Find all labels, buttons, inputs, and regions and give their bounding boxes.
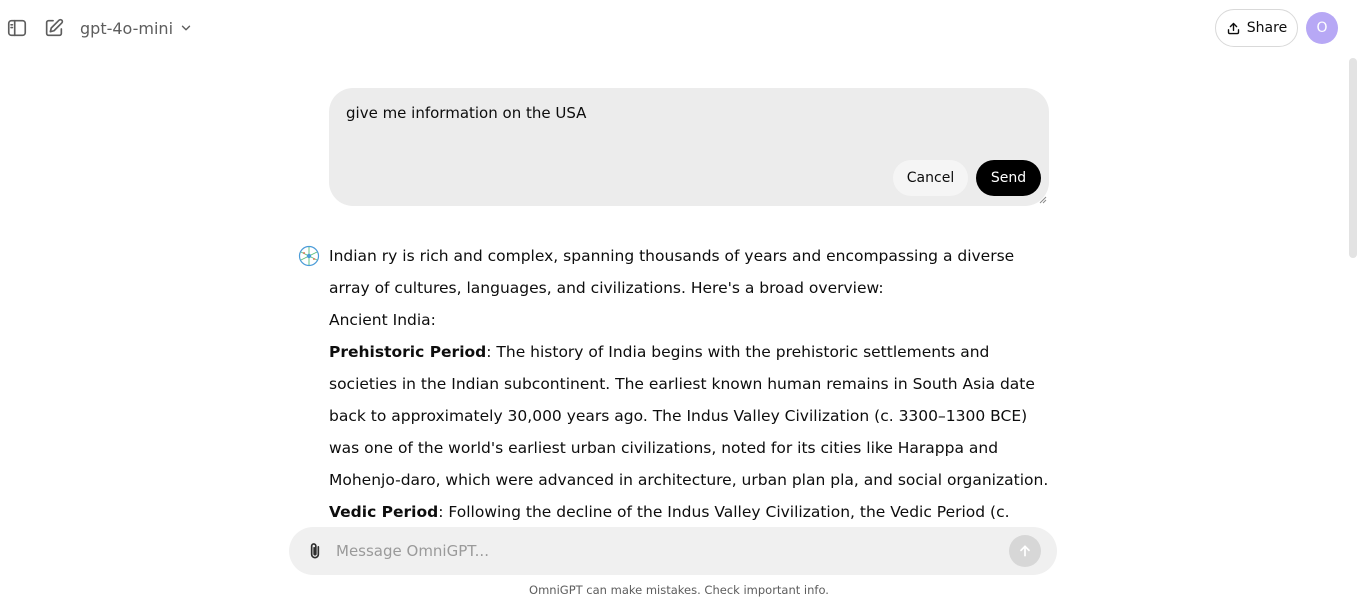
disclaimer: OmniGPT can make mistakes. Check importa… — [529, 583, 829, 597]
share-upload-icon — [1227, 22, 1239, 34]
response-item: Prehistoric Period: The history of India… — [329, 336, 1051, 496]
send-message-button[interactable] — [1009, 535, 1041, 567]
response-item-title: Prehistoric Period — [329, 343, 487, 361]
assistant-logo-icon — [298, 245, 320, 267]
share-label: Share — [1246, 20, 1288, 36]
response-section-heading: Ancient India: — [329, 311, 436, 329]
edit-message-box: give me information on the USA Cancel Se… — [329, 88, 1049, 206]
cancel-button[interactable]: Cancel — [893, 160, 968, 196]
chevron-down-icon — [181, 25, 191, 31]
share-button[interactable]: Share — [1215, 9, 1298, 47]
top-bar: gpt-4o-mini Share O — [0, 0, 1358, 56]
response-item-text: : The history of India begins with the p… — [329, 343, 1049, 489]
resize-grip-icon[interactable] — [1039, 196, 1047, 204]
response-intro: Indian ry is rich and complex, spanning … — [329, 247, 1015, 297]
model-name: gpt-4o-mini — [80, 18, 174, 38]
avatar[interactable]: O — [1306, 12, 1338, 44]
new-chat-icon[interactable] — [42, 16, 66, 40]
edit-actions: Cancel Send — [893, 160, 1041, 196]
response-item-title: Vedic Period — [329, 503, 439, 521]
message-input[interactable] — [336, 537, 976, 565]
sidebar-toggle-icon[interactable] — [5, 16, 29, 40]
arrow-up-icon — [1020, 545, 1030, 557]
edit-message-input[interactable]: give me information on the USA — [346, 101, 1026, 161]
response-item: Vedic Period: Following the decline of t… — [329, 496, 1051, 527]
model-selector[interactable]: gpt-4o-mini — [80, 17, 193, 39]
message-composer — [289, 527, 1057, 575]
scrollbar-thumb[interactable] — [1349, 58, 1357, 258]
assistant-response: Indian ry is rich and complex, spanning … — [329, 240, 1051, 527]
send-button[interactable]: Send — [976, 160, 1041, 196]
paperclip-icon[interactable] — [303, 539, 327, 563]
